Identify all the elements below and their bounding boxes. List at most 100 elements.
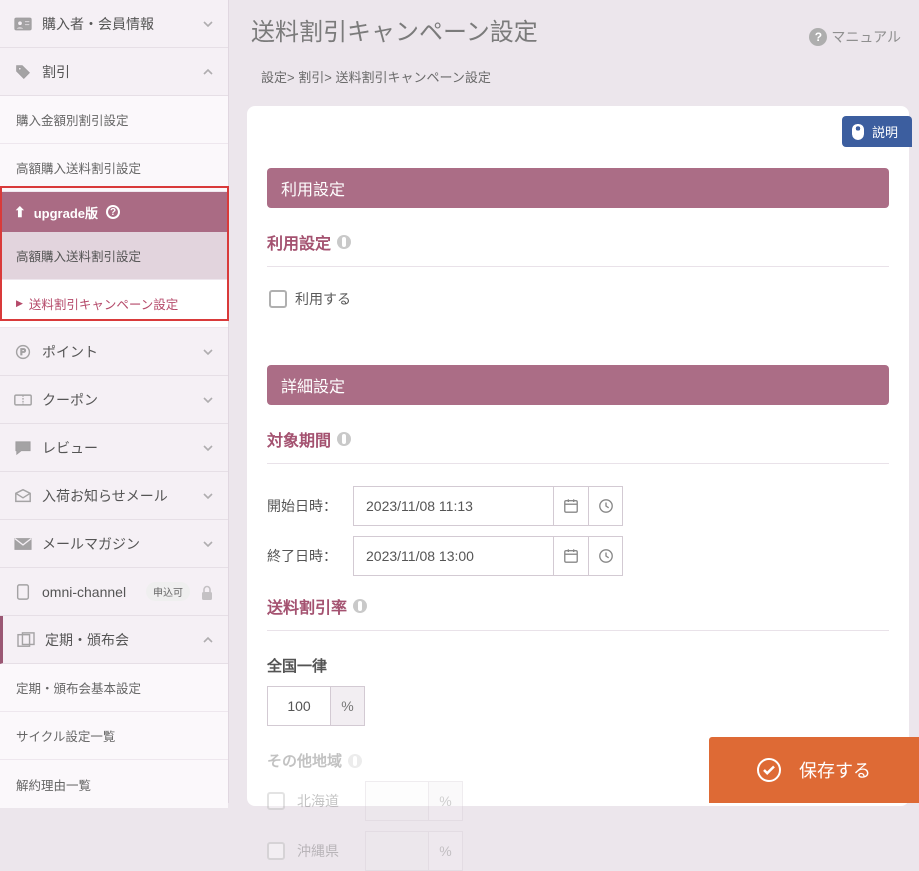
chevron-down-icon: [202, 442, 214, 454]
id-card-icon: [14, 16, 32, 32]
clock-button[interactable]: [588, 536, 623, 576]
sidebar-item-discount[interactable]: 割引: [0, 48, 228, 96]
sidebar-label: クーポン: [42, 390, 192, 410]
start-input-group: [353, 486, 623, 526]
sidebar-sub-subscription-cycle[interactable]: サイクル設定一覧: [0, 712, 228, 760]
clock-button[interactable]: [588, 486, 623, 526]
section-bar-label: 利用設定: [281, 176, 345, 200]
sidebar-label: レビュー: [42, 438, 192, 458]
save-button[interactable]: 保存する: [709, 737, 919, 803]
sidebar-upgrade-bar[interactable]: ⬆ upgrade版 ?: [0, 192, 228, 232]
save-label: 保存する: [799, 757, 871, 783]
checkbox-icon[interactable]: [269, 290, 287, 308]
lock-icon: [200, 585, 214, 599]
end-label: 終了日時：: [267, 546, 343, 566]
tooltip-icon[interactable]: [353, 599, 367, 613]
explain-label: 説明: [872, 122, 898, 141]
sidebar-item-review[interactable]: レビュー: [0, 424, 228, 472]
use-checkbox-row[interactable]: 利用する: [269, 289, 887, 309]
region-label: 沖縄県: [297, 841, 353, 861]
sidebar-item-subscription[interactable]: 定期・頒布会: [0, 616, 228, 664]
sidebar-sub-label: 高額購入送料割引設定: [16, 246, 141, 265]
ticket-icon: [14, 392, 32, 408]
mail-icon: [14, 536, 32, 552]
section-bar-detail: 詳細設定: [267, 365, 889, 405]
help-icon: ?: [809, 28, 827, 46]
sidebar-item-buyer[interactable]: 購入者・会員情報: [0, 0, 228, 48]
chat-icon: [14, 440, 32, 456]
sidebar-item-omni[interactable]: omni-channel 申込可: [0, 568, 228, 616]
sidebar-label: 定期・頒布会: [45, 630, 192, 650]
sidebar-sub-label: 送料割引キャンペーン設定: [29, 294, 178, 313]
explain-badge[interactable]: 説明: [842, 116, 912, 147]
tooltip-icon[interactable]: [337, 432, 351, 446]
end-datetime-input[interactable]: [353, 536, 553, 576]
checkbox-icon: [267, 842, 285, 860]
end-input-group: [353, 536, 623, 576]
chevron-down-icon: [202, 18, 214, 30]
tooltip-icon: [348, 754, 362, 768]
crumb-b[interactable]: 割引: [298, 70, 324, 85]
start-datetime-input[interactable]: [353, 486, 553, 526]
manual-label: マニュアル: [831, 27, 901, 47]
sidebar-item-restock[interactable]: 入荷お知らせメール: [0, 472, 228, 520]
sidebar-sub-upgrade-high[interactable]: 高額購入送料割引設定: [0, 232, 228, 280]
settings-card: 説明 利用設定 利用設定 利用する 詳細設定: [247, 106, 909, 806]
check-circle-icon: [757, 758, 781, 782]
sidebar-sub-label: サイクル設定一覧: [16, 726, 115, 745]
calendar-button[interactable]: [553, 486, 588, 526]
sidebar-sub-high-discount[interactable]: 高額購入送料割引設定: [0, 144, 228, 192]
region-label: 北海道: [297, 791, 353, 811]
end-datetime-row: 終了日時：: [267, 536, 889, 576]
crumb-c: 送料割引キャンペーン設定: [335, 70, 490, 85]
field-heading-period: 対象期間: [267, 427, 889, 451]
sidebar-label: 割引: [42, 62, 192, 82]
start-label: 開始日時：: [267, 496, 343, 516]
chevron-down-icon: [202, 394, 214, 406]
hokkaido-input: [365, 781, 429, 821]
sidebar-sub-label: 購入金額別割引設定: [16, 110, 129, 129]
nationwide-input[interactable]: [267, 686, 331, 726]
help-icon: ?: [106, 205, 120, 219]
sidebar-label: omni-channel: [42, 584, 136, 600]
svg-text:P: P: [20, 347, 26, 357]
field-heading-usage: 利用設定: [267, 230, 889, 254]
percent-unit: %: [429, 781, 463, 821]
upload-icon: ⬆: [14, 204, 26, 221]
sidebar-item-point[interactable]: P ポイント: [0, 328, 228, 376]
nationwide-heading: 全国一律: [267, 655, 889, 676]
manual-link[interactable]: ? マニュアル: [809, 27, 901, 47]
divider: [267, 630, 889, 631]
tag-icon: [14, 64, 32, 80]
chevron-down-icon: [202, 346, 214, 358]
percent-unit: %: [429, 831, 463, 871]
clock-icon: [598, 548, 614, 564]
divider: [267, 266, 889, 267]
other-region-label: その他地域: [267, 750, 342, 771]
clock-icon: [598, 498, 614, 514]
use-label: 利用する: [295, 289, 351, 309]
mail-open-icon: [14, 488, 32, 504]
main-pane: 送料割引キャンペーン設定 ? マニュアル 設定> 割引> 送料割引キャンペーン設…: [229, 0, 919, 803]
sidebar-sub-label: 高額購入送料割引設定: [16, 158, 141, 177]
sidebar-sub-label: 定期・頒布会基本設定: [16, 678, 141, 697]
calendar-button[interactable]: [553, 536, 588, 576]
okinawa-input: [365, 831, 429, 871]
tooltip-icon[interactable]: [337, 235, 351, 249]
apply-pill: 申込可: [146, 582, 190, 601]
sidebar-item-magazine[interactable]: メールマガジン: [0, 520, 228, 568]
header-row: 送料割引キャンペーン設定 ? マニュアル: [229, 0, 919, 51]
sidebar-sub-subscription-basic[interactable]: 定期・頒布会基本設定: [0, 664, 228, 712]
chevron-down-icon: [202, 538, 214, 550]
crumb-a[interactable]: 設定: [261, 70, 287, 85]
section-bar-usage: 利用設定: [267, 168, 889, 208]
sidebar: 購入者・会員情報 割引 購入金額別割引設定 高額購入送料割引設定 ⬆ upgra…: [0, 0, 229, 803]
sidebar-sub-upgrade-campaign[interactable]: 送料割引キャンペーン設定: [0, 280, 228, 328]
sidebar-item-coupon[interactable]: クーポン: [0, 376, 228, 424]
calendar-icon: [563, 548, 579, 564]
calendar-icon: [563, 498, 579, 514]
sidebar-sub-amount-discount[interactable]: 購入金額別割引設定: [0, 96, 228, 144]
divider: [267, 463, 889, 464]
sidebar-sub-subscription-cancel[interactable]: 解約理由一覧: [0, 760, 228, 808]
chevron-down-icon: [202, 490, 214, 502]
